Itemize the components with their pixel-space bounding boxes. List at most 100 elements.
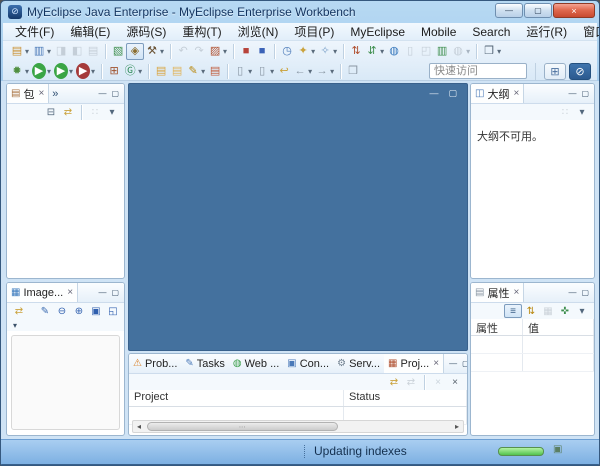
menu-item[interactable]: Search	[464, 25, 518, 39]
tab-problems[interactable]: ⚠ Prob...	[129, 354, 181, 373]
new-web-project-button[interactable]: ⊞	[106, 63, 122, 80]
tree-mode-button[interactable]: ≡	[504, 304, 522, 318]
maximize-view-button[interactable]: ▢	[111, 89, 119, 98]
focus-button[interactable]: ∷	[557, 105, 573, 119]
tab-overflow-chevron[interactable]: »	[49, 88, 61, 100]
new-project-button[interactable]: ▥	[31, 43, 53, 60]
tab-console[interactable]: ▣ Con...	[283, 354, 333, 373]
remove-module-button[interactable]: ■	[238, 43, 254, 60]
redo-button[interactable]: ↷	[191, 43, 207, 60]
menu-item[interactable]: 运行(R)	[518, 23, 575, 40]
link-button[interactable]: ⇄	[386, 375, 402, 389]
schedule-button[interactable]: ◷	[279, 43, 295, 60]
sync-update-button[interactable]: ⇵	[364, 43, 386, 60]
restore-defaults-button[interactable]: ▦	[540, 304, 556, 318]
actual-size-button[interactable]: ▣	[88, 304, 104, 318]
column-value[interactable]: 值	[523, 319, 594, 335]
capture-toggle-button[interactable]: ◈	[126, 43, 144, 60]
undo-button[interactable]: ↶	[175, 43, 191, 60]
clipboard-button[interactable]: ▯	[402, 43, 418, 60]
menu-item[interactable]: 重构(T)	[174, 23, 229, 40]
build-all-button[interactable]: ⚒	[144, 43, 166, 60]
close-icon[interactable]: ×	[67, 287, 73, 298]
menu-item[interactable]: MyEclipse	[342, 25, 413, 39]
sort-button[interactable]: ⇅	[523, 304, 539, 318]
minimize-view-button[interactable]: —	[568, 89, 576, 98]
new-wizard-button[interactable]: ▤	[9, 43, 31, 60]
edit-image-button[interactable]: ✎	[37, 304, 53, 318]
tab-project-status[interactable]: ▦ Proj... ×	[384, 354, 444, 373]
column-status[interactable]: Status	[344, 390, 467, 406]
scroll-left-icon[interactable]: ◂	[133, 422, 145, 431]
scrollbar-thumb[interactable]	[147, 422, 338, 431]
remove-button[interactable]: ×	[430, 375, 446, 389]
close-button[interactable]: ×	[553, 3, 595, 18]
globe-button[interactable]: ◍	[450, 43, 472, 60]
minimize-view-button[interactable]: —	[449, 359, 457, 368]
debug-button[interactable]: ✹	[9, 63, 31, 80]
scroll-arrows-button[interactable]: ⇄	[403, 375, 419, 389]
link-button[interactable]: ⇄	[11, 304, 27, 318]
screenshot-button[interactable]: ❒	[481, 43, 503, 60]
remove-all-button[interactable]: ×	[447, 375, 463, 389]
view-menu-button[interactable]: ▾	[574, 304, 590, 318]
maximize-editor-button[interactable]: ▢	[448, 88, 457, 99]
fit-window-button[interactable]: ◱	[105, 304, 121, 318]
derby-button[interactable]: ◰	[418, 43, 434, 60]
close-icon[interactable]: ×	[433, 358, 439, 369]
save-all-button[interactable]: ◧	[69, 43, 85, 60]
run-server-button[interactable]: ▶	[53, 63, 75, 80]
last-edit-location-button[interactable]: ↩	[276, 63, 292, 80]
report-button[interactable]: ▥	[434, 43, 450, 60]
menu-item[interactable]: 编辑(E)	[62, 23, 118, 40]
maximize-view-button[interactable]: ▢	[581, 89, 589, 98]
run-button[interactable]: ▶	[31, 63, 53, 80]
next-annotation-button[interactable]: ▯	[232, 63, 254, 80]
tab-tasks[interactable]: ✎ Tasks	[181, 354, 229, 373]
collapse-all-button[interactable]: ⊟	[43, 105, 59, 119]
tab-web-browser[interactable]: ◍ Web ...	[229, 354, 283, 373]
view-menu-button[interactable]: ▾	[104, 105, 120, 119]
tab-properties[interactable]: ▤ 属性 ×	[471, 283, 524, 302]
close-icon[interactable]: ×	[513, 88, 519, 99]
web-browser-button[interactable]: ◍	[386, 43, 402, 60]
refresh-g-button[interactable]: Ⓖ	[122, 63, 144, 80]
maximize-view-button[interactable]: ▢	[462, 359, 468, 368]
tab-servers[interactable]: ⚙ Serv...	[333, 354, 384, 373]
scroll-right-icon[interactable]: ▸	[451, 422, 463, 431]
pin-button[interactable]: ✜	[557, 304, 573, 318]
link-with-editor-button[interactable]: ⇄	[60, 105, 76, 119]
menu-item[interactable]: 源码(S)	[118, 23, 174, 40]
column-project[interactable]: Project	[129, 390, 344, 406]
close-icon[interactable]: ×	[38, 88, 44, 99]
myeclipse-perspective-button[interactable]: ⊘	[569, 63, 591, 80]
tab-outline[interactable]: ◫ 大纲 ×	[471, 84, 524, 103]
background-jobs-icon[interactable]: ▣	[553, 444, 562, 455]
save-button[interactable]: ◨	[53, 43, 69, 60]
new-server-button[interactable]: ▨	[207, 43, 229, 60]
hot-folder-button[interactable]: ▤	[207, 63, 223, 80]
tab-package-explorer[interactable]: ▤ 包 ×	[7, 84, 49, 103]
menu-item[interactable]: 浏览(N)	[230, 23, 287, 40]
minimize-view-button[interactable]: —	[98, 288, 106, 297]
annotate-button[interactable]: ✎	[185, 63, 207, 80]
view-menu-button[interactable]: ▾	[13, 321, 17, 330]
maximize-button[interactable]: ▢	[524, 3, 552, 18]
import-button[interactable]: ▧	[110, 43, 126, 60]
quick-access-input[interactable]	[429, 63, 527, 79]
print-button[interactable]: ▤	[85, 43, 101, 60]
link-with-editor-button[interactable]: ❒	[345, 63, 361, 80]
open-perspective-button[interactable]: ⊞	[544, 63, 566, 80]
minimize-view-button[interactable]: —	[98, 89, 106, 98]
menu-item[interactable]: 项目(P)	[286, 23, 342, 40]
zoom-out-button[interactable]: ⊖	[54, 304, 70, 318]
user-library-button[interactable]: ✧	[317, 43, 339, 60]
profile-button[interactable]: ▶	[75, 63, 97, 80]
column-property[interactable]: 属性	[471, 319, 523, 335]
back-button[interactable]: ←	[292, 63, 314, 80]
forward-button[interactable]: →	[314, 63, 336, 80]
zoom-in-button[interactable]: ⊕	[71, 304, 87, 318]
menu-item[interactable]: 文件(F)	[7, 23, 62, 40]
tab-image-preview[interactable]: ▦ Image... ×	[7, 283, 78, 302]
menu-item[interactable]: 窗口(W)	[575, 23, 600, 40]
